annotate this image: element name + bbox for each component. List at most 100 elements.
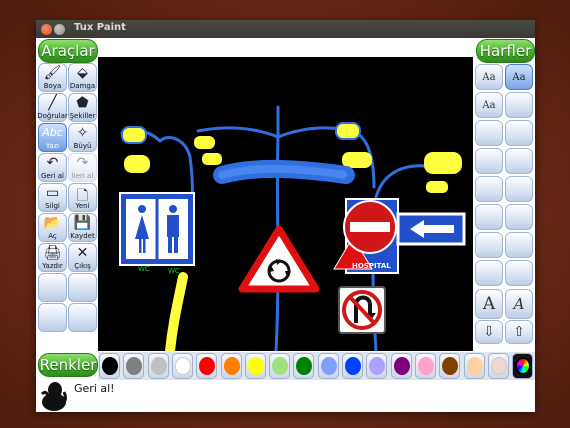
- tool-button-0[interactable]: 🖌 Boya: [38, 63, 67, 92]
- color-dot: [515, 357, 532, 375]
- font-slot[interactable]: [475, 260, 503, 286]
- text-icon: Abc: [42, 126, 63, 139]
- tool-button-6[interactable]: ↶ Geri al: [38, 153, 67, 182]
- font-option-2[interactable]: Aa: [505, 64, 533, 90]
- save-icon: 💾: [73, 215, 92, 231]
- tool-label: Boya: [43, 82, 62, 90]
- color-swatch-5[interactable]: [220, 353, 242, 379]
- color-dot: [490, 357, 507, 375]
- tool-label: Kaydet: [70, 232, 95, 240]
- down-arrow-icon: ⇩: [483, 324, 495, 340]
- font-option-3[interactable]: Aa: [475, 92, 503, 118]
- font-slot[interactable]: [505, 232, 533, 258]
- font-sample-3: Aa: [482, 99, 496, 111]
- tool-button-5[interactable]: ✧ Büyü: [68, 123, 97, 152]
- font-slot[interactable]: [475, 232, 503, 258]
- empty-tool-slot: [68, 273, 97, 302]
- tool-label: Yazı: [45, 142, 60, 150]
- font-italic-button[interactable]: A: [505, 289, 533, 319]
- open-icon: 📂: [43, 215, 62, 231]
- size-up-icon: A: [482, 294, 496, 314]
- color-dot: [247, 357, 264, 375]
- font-slot[interactable]: [505, 260, 533, 286]
- color-swatch-6[interactable]: [244, 353, 266, 379]
- scroll-up-button[interactable]: ⇧: [505, 320, 533, 344]
- font-option-1[interactable]: Aa: [475, 64, 503, 90]
- close-window-button[interactable]: [41, 24, 52, 35]
- drawing-canvas[interactable]: WC WC HOSPITAL: [98, 57, 473, 351]
- color-swatch-11[interactable]: [366, 353, 388, 379]
- tool-button-13[interactable]: ✕ Çıkış: [68, 243, 97, 272]
- tool-button-1[interactable]: ⬙ Damga: [68, 63, 97, 92]
- color-dot: [393, 357, 410, 375]
- color-dot: [442, 357, 459, 375]
- undo-icon: ↶: [46, 155, 59, 171]
- tool-label: Büyü: [73, 142, 92, 150]
- scroll-down-button[interactable]: ⇩: [475, 320, 503, 344]
- font-slot[interactable]: [505, 92, 533, 118]
- colors-header: Renkler: [38, 353, 98, 377]
- status-message: Geri al!: [74, 382, 115, 395]
- color-swatch-13[interactable]: [414, 353, 436, 379]
- color-dot: [296, 357, 313, 375]
- empty-tool-slot: [68, 303, 97, 332]
- lines-icon: ╱: [48, 95, 57, 111]
- font-slot[interactable]: [505, 204, 533, 230]
- color-dot: [174, 357, 191, 375]
- minimize-window-button[interactable]: [54, 24, 65, 35]
- letters-header: Harfler: [476, 39, 535, 63]
- font-sample-2: Aa: [512, 71, 526, 83]
- font-size-up-button[interactable]: A: [475, 289, 503, 319]
- brush-icon: 🖌: [43, 65, 62, 81]
- tool-button-8[interactable]: ▭ Silgi: [38, 183, 67, 212]
- color-dot: [466, 357, 483, 375]
- color-swatch-15[interactable]: [463, 353, 485, 379]
- tool-button-9[interactable]: 🗋 Yeni: [68, 183, 97, 212]
- empty-tool-slot: [38, 303, 67, 332]
- color-swatch-2[interactable]: [147, 353, 169, 379]
- tool-button-3[interactable]: ⬟ Şekiller: [68, 93, 97, 122]
- color-dot: [199, 357, 216, 375]
- font-slot[interactable]: [505, 120, 533, 146]
- font-slot[interactable]: [475, 204, 503, 230]
- tool-button-10[interactable]: 📂 Aç: [38, 213, 67, 242]
- color-dot: [150, 357, 167, 375]
- redo-icon: ↷: [76, 155, 89, 171]
- font-panel: Aa Aa Aa A A ⇩ ⇧: [475, 63, 535, 344]
- tool-button-2[interactable]: ╱ Doğrular: [37, 93, 68, 122]
- color-dot: [345, 357, 361, 375]
- color-swatch-14[interactable]: [439, 353, 461, 379]
- hospital-label: HOSPITAL: [352, 262, 391, 270]
- font-slot[interactable]: [475, 148, 503, 174]
- color-dot: [126, 357, 143, 375]
- tool-button-7[interactable]: ↷ İleri al: [68, 153, 97, 182]
- color-swatch-17[interactable]: [512, 353, 534, 379]
- tool-label: Şekiller: [69, 112, 96, 120]
- color-swatch-8[interactable]: [293, 353, 315, 379]
- print-icon: 🖨: [43, 245, 62, 261]
- color-swatch-16[interactable]: [487, 353, 509, 379]
- font-slot[interactable]: [505, 176, 533, 202]
- canvas-drawing: WC WC HOSPITAL: [119, 105, 466, 351]
- color-swatch-3[interactable]: [171, 353, 193, 379]
- font-slot[interactable]: [475, 176, 503, 202]
- window-title: Tux Paint: [74, 22, 126, 33]
- title-bar: Tux Paint: [36, 20, 535, 38]
- tool-label: Yazdır: [42, 262, 63, 270]
- tux-penguin-icon: [40, 382, 67, 411]
- color-swatch-12[interactable]: [390, 353, 412, 379]
- tool-label: Damga: [69, 82, 96, 90]
- tool-button-12[interactable]: 🖨 Yazdır: [38, 243, 67, 272]
- font-slot[interactable]: [505, 148, 533, 174]
- tool-button-4[interactable]: Abc Yazı: [38, 123, 67, 152]
- tool-button-11[interactable]: 💾 Kaydet: [68, 213, 97, 242]
- color-swatch-1[interactable]: [123, 353, 145, 379]
- color-swatch-4[interactable]: [196, 353, 218, 379]
- status-bar: Geri al!: [36, 380, 535, 412]
- color-swatch-0[interactable]: [99, 353, 120, 379]
- font-slot[interactable]: [475, 120, 503, 146]
- color-swatch-10[interactable]: [342, 353, 363, 379]
- color-swatch-7[interactable]: [269, 353, 291, 379]
- color-swatch-9[interactable]: [317, 353, 339, 379]
- app-client-area: Araçlar 🖌 Boya ⬙ Damga ╱ Doğrular ⬟ Şekiller Abc…: [36, 38, 535, 412]
